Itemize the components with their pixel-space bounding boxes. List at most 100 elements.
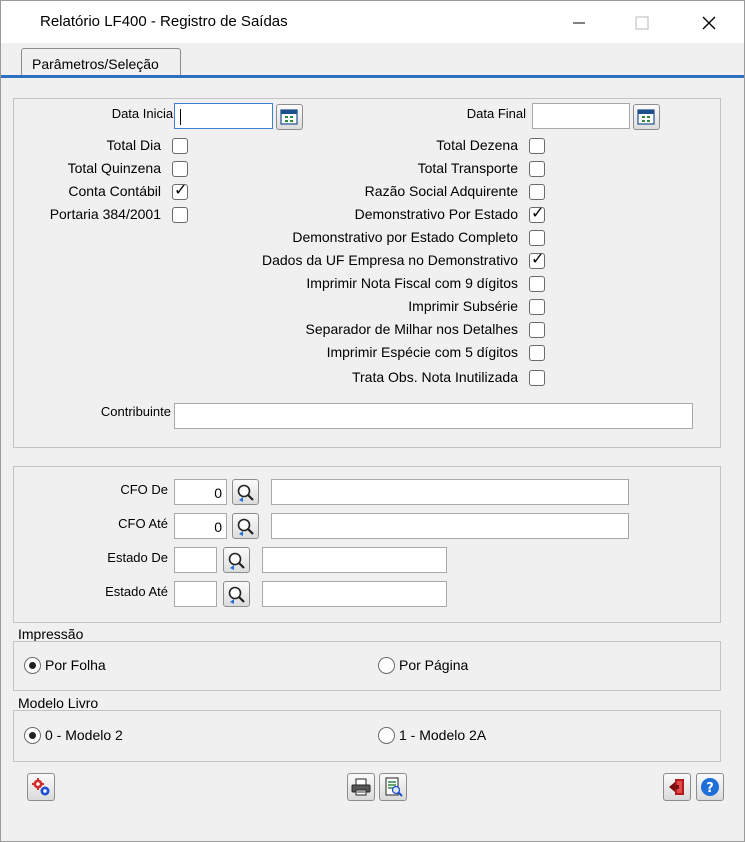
estado-ate-input[interactable] <box>174 581 217 607</box>
tab-underline <box>1 75 744 78</box>
nota-9-digitos-label: Imprimir Nota Fiscal com 9 dígitos <box>306 275 518 291</box>
total-dezena-label: Total Dezena <box>436 137 518 153</box>
data-final-input[interactable] <box>532 103 630 129</box>
title-bar: Relatório LF400 - Registro de Saídas <box>1 1 744 43</box>
modelo-group-title: Modelo Livro <box>18 695 99 711</box>
subserie-label: Imprimir Subsérie <box>408 298 518 314</box>
cfo-ate-label: CFO Até <box>118 516 168 531</box>
estado-de-input[interactable] <box>174 547 217 573</box>
impressao-group-title: Impressão <box>18 626 84 642</box>
exit-button[interactable] <box>663 773 691 801</box>
impressao-group: Por Folha Por Página <box>13 641 721 691</box>
cfo-de-label: CFO De <box>120 482 168 497</box>
cfo-de-search-button[interactable] <box>232 479 259 505</box>
dados-uf-checkbox[interactable]: ✓ <box>529 251 545 269</box>
total-dia-label: Total Dia <box>106 137 161 153</box>
contribuinte-label: Contribuinte <box>100 404 171 419</box>
minimize-icon <box>573 22 585 24</box>
estado-ate-label: Estado Até <box>105 584 168 599</box>
estado-de-search-button[interactable] <box>223 547 250 573</box>
estado-de-label: Estado De <box>107 550 168 565</box>
print-preview-icon <box>385 777 403 797</box>
close-icon <box>702 16 716 30</box>
radio-selected-dot <box>29 732 36 739</box>
por-folha-radio[interactable] <box>24 657 41 674</box>
magnifier-icon <box>228 586 245 604</box>
modelo-2-radio[interactable] <box>24 727 41 744</box>
contribuinte-input[interactable] <box>174 403 693 429</box>
magnifier-icon <box>237 484 254 502</box>
parameters-panel: Data Inicial Data Final Total Dia Total … <box>13 98 721 448</box>
tab-parametros[interactable]: Parâmetros/Seleção <box>21 48 181 78</box>
separador-milhar-label: Separador de Milhar nos Detalhes <box>305 321 518 337</box>
total-quinzena-label: Total Quinzena <box>67 160 161 176</box>
calendar-icon <box>280 109 298 125</box>
por-pagina-label: Por Página <box>399 657 469 673</box>
demonstrativo-estado-checkbox[interactable]: ✓ <box>529 205 545 223</box>
exit-icon <box>669 779 684 795</box>
estado-de-description[interactable] <box>262 547 447 573</box>
ranges-panel: CFO De 0 CFO Até 0 Estado De Estado Até <box>13 466 721 623</box>
help-icon: ? <box>701 778 719 796</box>
conta-contabil-label: Conta Contábil <box>68 183 161 199</box>
maximize-icon <box>635 16 649 30</box>
demonstrativo-estado-label: Demonstrativo Por Estado <box>354 206 518 222</box>
dados-uf-label: Dados da UF Empresa no Demonstrativo <box>262 252 518 268</box>
total-transporte-label: Total Transporte <box>417 160 518 176</box>
por-folha-label: Por Folha <box>45 657 106 673</box>
total-dezena-checkbox[interactable] <box>529 138 545 154</box>
radio-selected-dot <box>29 662 36 669</box>
modelo-group: 0 - Modelo 2 1 - Modelo 2A <box>13 710 721 762</box>
minimize-button[interactable] <box>559 7 599 37</box>
magnifier-icon <box>228 552 245 570</box>
window-title: Relatório LF400 - Registro de Saídas <box>40 13 288 30</box>
nota-9-digitos-checkbox[interactable] <box>529 276 545 292</box>
portaria-label: Portaria 384/2001 <box>49 206 161 222</box>
checkmark-icon: ✓ <box>531 251 545 268</box>
magnifier-icon <box>237 518 254 536</box>
portaria-checkbox[interactable] <box>172 207 188 223</box>
data-inicial-calendar-button[interactable] <box>276 104 303 130</box>
checkmark-icon: ✓ <box>174 182 188 199</box>
cfo-de-description[interactable] <box>271 479 629 505</box>
data-final-calendar-button[interactable] <box>633 104 660 130</box>
cfo-de-input[interactable]: 0 <box>174 479 227 505</box>
razao-social-checkbox[interactable] <box>529 184 545 200</box>
total-transporte-checkbox[interactable] <box>529 161 545 177</box>
obs-inutilizada-checkbox[interactable] <box>529 370 545 386</box>
checkmark-icon: ✓ <box>531 205 545 222</box>
total-quinzena-checkbox[interactable] <box>172 161 188 177</box>
cfo-ate-description[interactable] <box>271 513 629 539</box>
separador-milhar-checkbox[interactable] <box>529 322 545 338</box>
modelo-2a-label: 1 - Modelo 2A <box>399 727 487 743</box>
settings-button[interactable] <box>27 773 55 801</box>
estado-ate-search-button[interactable] <box>223 581 250 607</box>
svg-text:?: ? <box>706 781 714 796</box>
gears-icon <box>32 778 50 796</box>
text-caret <box>180 109 181 125</box>
modelo-2-label: 0 - Modelo 2 <box>45 727 123 743</box>
demonstrativo-completo-checkbox[interactable] <box>529 230 545 246</box>
especie-5-digitos-checkbox[interactable] <box>529 345 545 361</box>
total-dia-checkbox[interactable] <box>172 138 188 154</box>
cfo-ate-search-button[interactable] <box>232 513 259 539</box>
especie-5-digitos-label: Imprimir Espécie com 5 dígitos <box>326 344 518 360</box>
tab-strip: Parâmetros/Seleção <box>1 43 744 79</box>
printer-icon <box>351 778 371 796</box>
por-pagina-radio[interactable] <box>378 657 395 674</box>
conta-contabil-checkbox[interactable]: ✓ <box>172 182 188 200</box>
print-preview-button[interactable] <box>379 773 407 801</box>
data-inicial-input[interactable] <box>174 103 273 129</box>
modelo-2a-radio[interactable] <box>378 727 395 744</box>
demonstrativo-completo-label: Demonstrativo por Estado Completo <box>292 229 518 245</box>
help-button[interactable]: ? <box>696 773 724 801</box>
close-button[interactable] <box>689 7 729 37</box>
print-button[interactable] <box>347 773 375 801</box>
data-final-label: Data Final <box>466 106 526 121</box>
cfo-ate-input[interactable]: 0 <box>174 513 227 539</box>
maximize-button[interactable] <box>622 7 662 37</box>
estado-ate-description[interactable] <box>262 581 447 607</box>
calendar-icon <box>637 109 655 125</box>
subserie-checkbox[interactable] <box>529 299 545 315</box>
data-inicial-label: Data Inicial <box>111 106 176 121</box>
